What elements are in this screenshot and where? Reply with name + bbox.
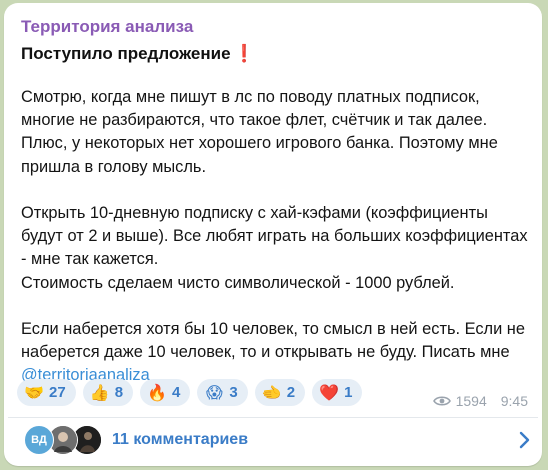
heart-icon: ❤️ bbox=[319, 384, 340, 402]
reaction-count: 3 bbox=[229, 384, 238, 401]
fire-icon: 🔥 bbox=[147, 384, 167, 402]
reaction-count: 4 bbox=[172, 384, 181, 401]
exclamation-icon: ❗ bbox=[233, 44, 255, 63]
commenter-avatars: ВД bbox=[16, 425, 102, 455]
reaction-pointing-hand[interactable]: 🫲 2 bbox=[254, 379, 306, 406]
reaction-fire[interactable]: 🔥 4 bbox=[140, 379, 191, 406]
eye-icon bbox=[432, 395, 451, 407]
reaction-count: 2 bbox=[286, 384, 296, 401]
paragraph-line: Если наберется хотя бы 10 человек, то см… bbox=[21, 320, 525, 362]
pointing-hand-icon: 🫲 bbox=[261, 384, 282, 402]
channel-name[interactable]: Территория анализа bbox=[21, 17, 193, 37]
thumbs-up-icon: 👍 bbox=[89, 384, 110, 402]
paragraph-line: Открыть 10-дневную подписку с хай-кэфами… bbox=[21, 204, 528, 269]
reaction-count: 8 bbox=[114, 384, 124, 401]
paragraph: Открыть 10-дневную подписку с хай-кэфами… bbox=[21, 202, 533, 295]
reaction-count: 1 bbox=[344, 384, 353, 401]
reactions-bar: 🤝 27 👍 8 🔥 4 😱 3 🫲 2 ❤️ 1 bbox=[17, 379, 363, 406]
comments-button[interactable]: ВД 11 комментариев bbox=[16, 421, 538, 459]
reaction-thumbs-up[interactable]: 👍 8 bbox=[82, 379, 134, 406]
reaction-handshake[interactable]: 🤝 27 bbox=[17, 379, 76, 406]
post-body: Смотрю, когда мне пишут в лс по поводу п… bbox=[21, 86, 533, 388]
chevron-right-icon bbox=[518, 431, 530, 449]
screaming-face-icon: 😱 bbox=[206, 384, 223, 402]
paragraph: Если наберется хотя бы 10 человек, то см… bbox=[21, 318, 533, 388]
paragraph-line: Стоимость сделаем чисто символической - … bbox=[21, 273, 455, 292]
reaction-heart[interactable]: ❤️ 1 bbox=[312, 379, 363, 406]
post-headline: Поступило предложение ❗ bbox=[21, 44, 255, 64]
paragraph: Смотрю, когда мне пишут в лс по поводу п… bbox=[21, 88, 498, 176]
comments-label: 11 комментариев bbox=[112, 431, 249, 448]
avatar: ВД bbox=[24, 425, 54, 455]
message-meta: 1594 9:45 bbox=[432, 393, 528, 409]
reaction-screaming-face[interactable]: 😱 3 bbox=[197, 379, 248, 406]
handshake-icon: 🤝 bbox=[24, 384, 44, 402]
headline-text: Поступило предложение bbox=[21, 44, 231, 63]
message-time: 9:45 bbox=[500, 393, 528, 409]
view-count: 1594 bbox=[455, 393, 487, 409]
reaction-count: 27 bbox=[49, 384, 66, 401]
divider bbox=[8, 417, 538, 418]
message-bubble: Территория анализа Поступило предложение… bbox=[4, 3, 542, 466]
